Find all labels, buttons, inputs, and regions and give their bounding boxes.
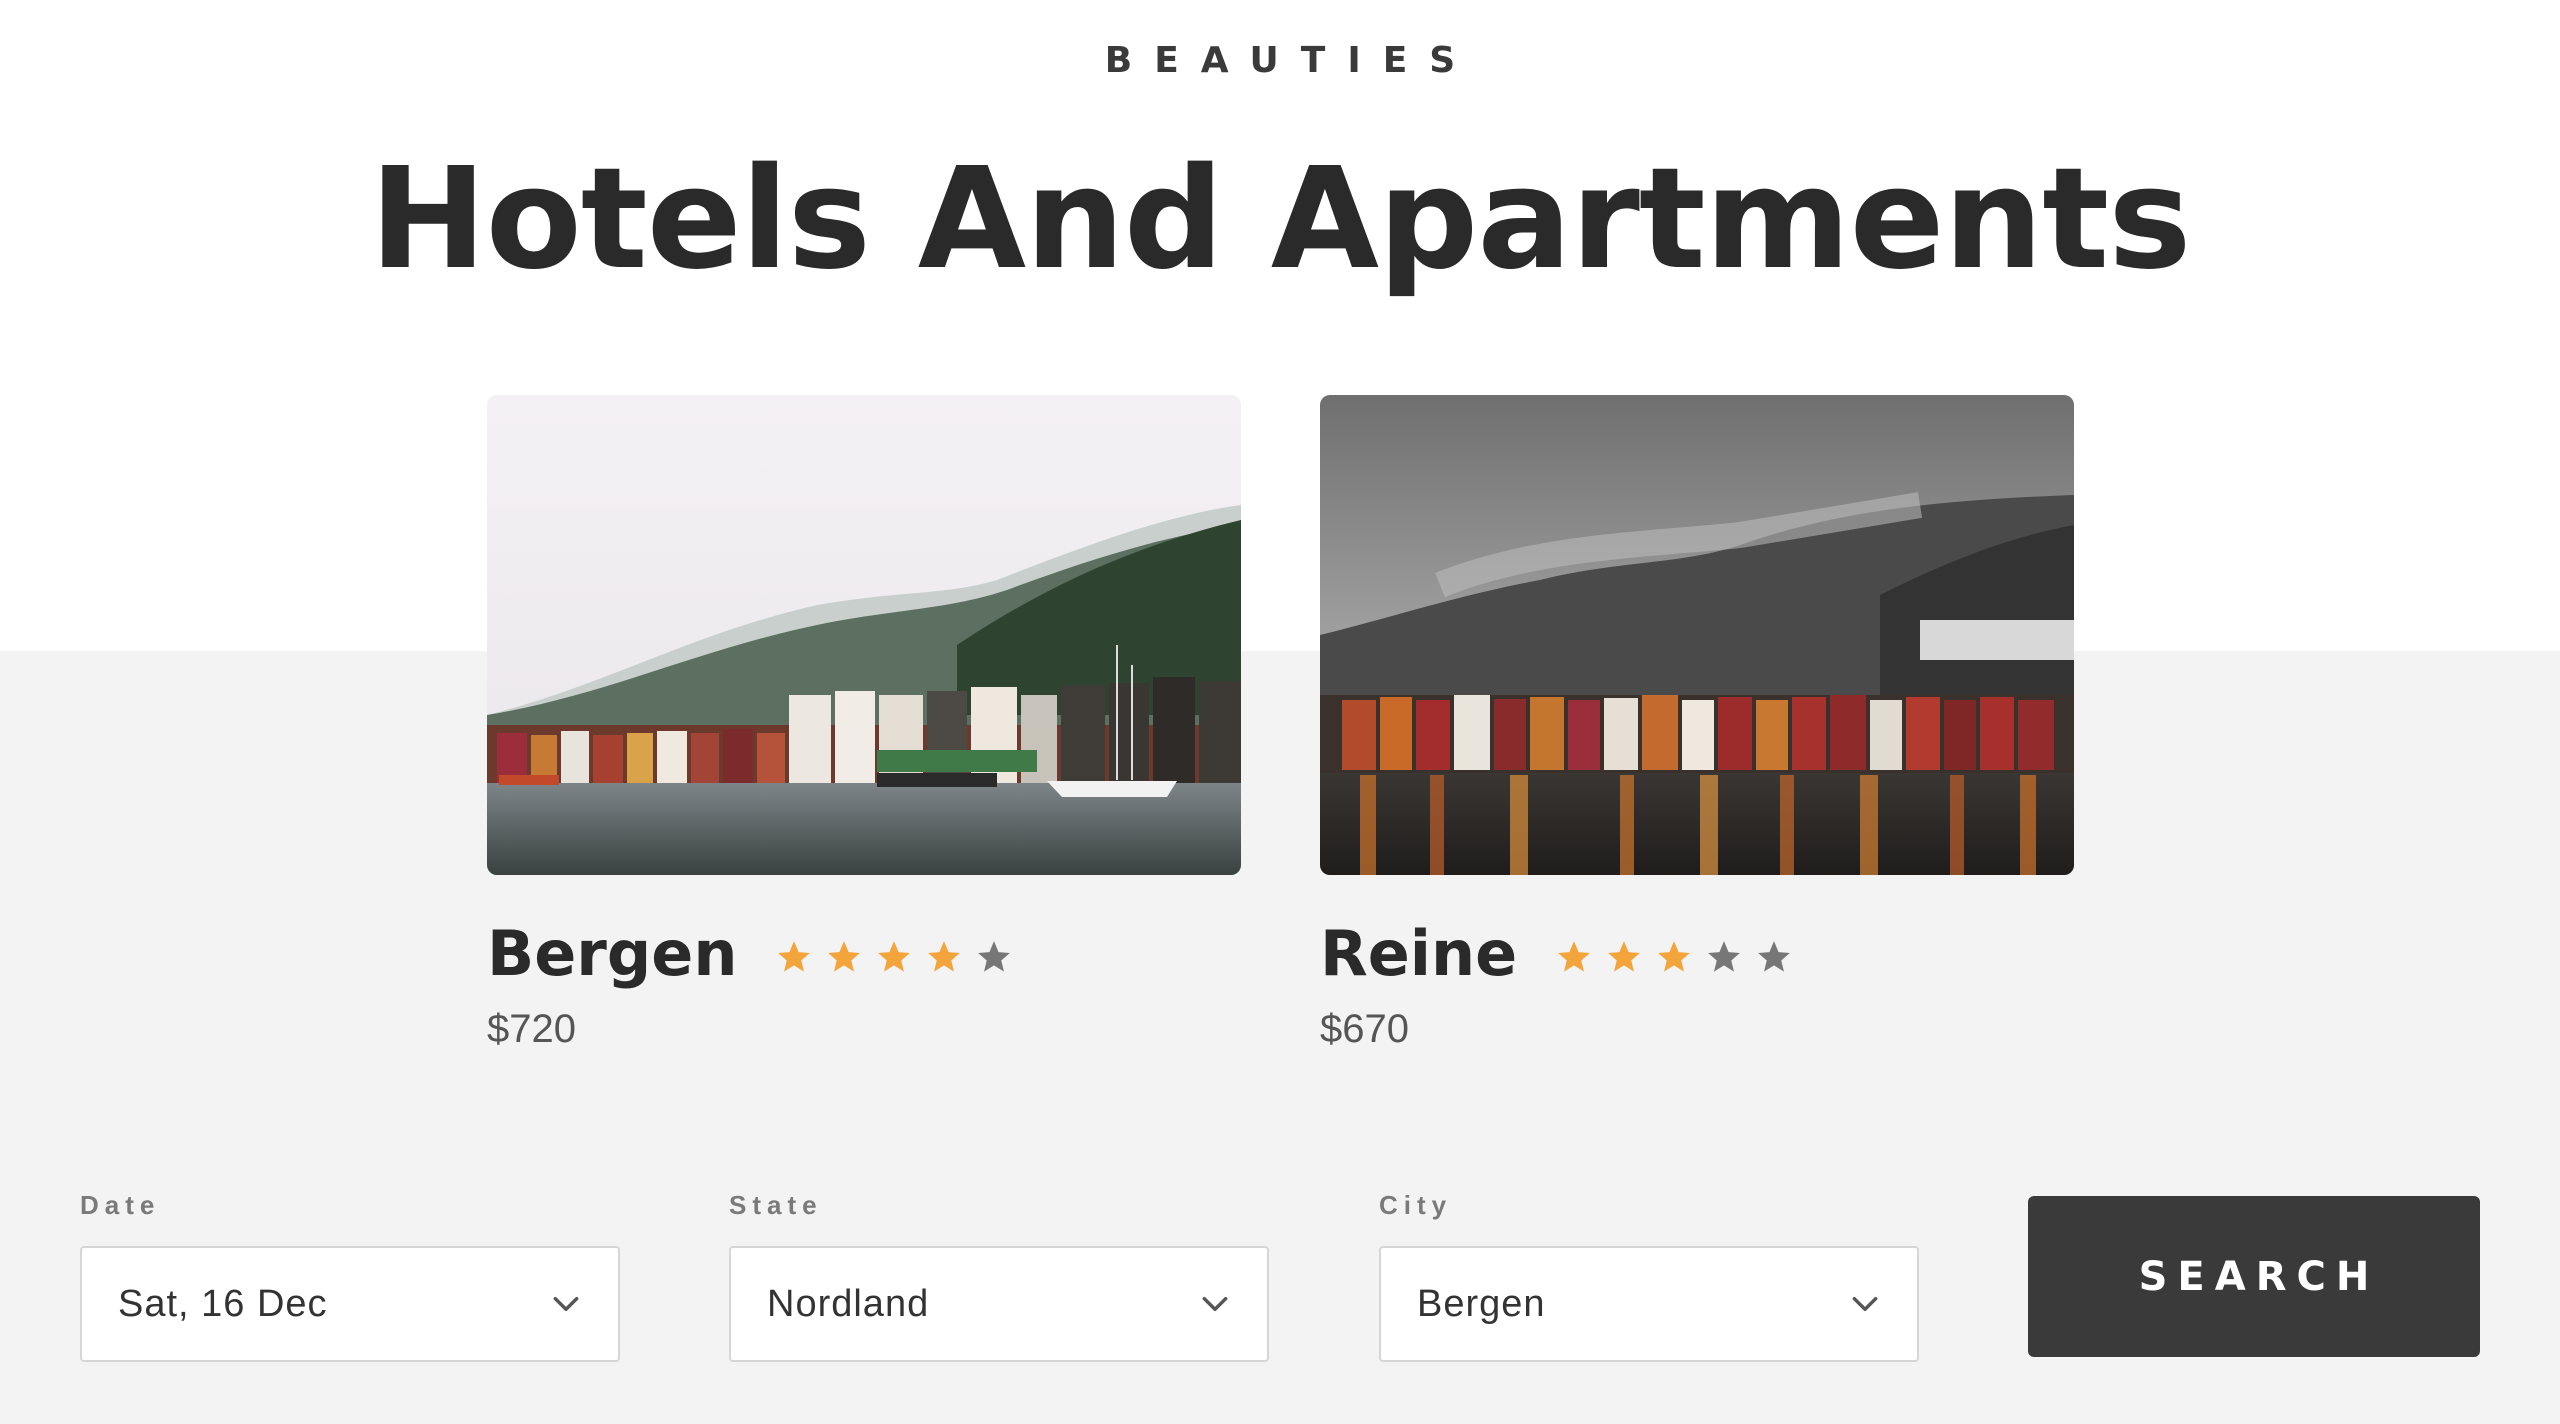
star-filled-icon: [928, 941, 961, 972]
listing-name[interactable]: Bergen: [487, 917, 737, 990]
star-empty-icon: [1758, 941, 1791, 972]
star-filled-icon: [1558, 941, 1591, 972]
star-filled-icon: [1658, 941, 1691, 972]
chevron-down-icon: [1202, 1296, 1228, 1312]
listing-price: $720: [487, 1007, 576, 1051]
listing-name[interactable]: Reine: [1320, 917, 1517, 990]
state-field: State Nordland: [729, 1190, 1269, 1362]
listing-card-reine[interactable]: Reine $670: [1320, 395, 2074, 1052]
state-value: Nordland: [767, 1282, 930, 1325]
city-value: Bergen: [1417, 1282, 1546, 1325]
chevron-down-icon: [1852, 1296, 1878, 1312]
page-title: Hotels And Apartments: [369, 138, 2191, 301]
listing-photo[interactable]: [487, 395, 1241, 875]
city-label: City: [1379, 1190, 1453, 1220]
chevron-down-icon: [553, 1296, 579, 1312]
date-value: Sat, 16 Dec: [118, 1282, 328, 1325]
city-select[interactable]: Bergen: [1379, 1246, 1919, 1362]
listing-price: $670: [1320, 1007, 1409, 1051]
reine-harbor-image: [1320, 395, 2074, 875]
section-eyebrow: BEAUTIES: [1104, 40, 1478, 81]
listing-card-bergen[interactable]: Bergen $720: [487, 395, 1241, 1052]
bergen-harbor-image: [487, 395, 1241, 875]
listing-photo[interactable]: [1320, 395, 2074, 875]
search-button[interactable]: SEARCH: [2028, 1196, 2480, 1357]
star-empty-icon: [1708, 941, 1741, 972]
rating-stars: [1555, 938, 1793, 976]
date-label: Date: [80, 1190, 161, 1220]
rating-stars: [775, 938, 1013, 976]
star-empty-icon: [978, 941, 1011, 972]
star-filled-icon: [828, 941, 861, 972]
star-filled-icon: [778, 941, 811, 972]
state-label: State: [729, 1190, 823, 1220]
star-filled-icon: [878, 941, 911, 972]
state-select[interactable]: Nordland: [729, 1246, 1269, 1362]
date-field: Date Sat, 16 Dec: [80, 1190, 620, 1362]
date-select[interactable]: Sat, 16 Dec: [80, 1246, 620, 1362]
city-field: City Bergen: [1379, 1190, 1919, 1362]
star-filled-icon: [1608, 941, 1641, 972]
